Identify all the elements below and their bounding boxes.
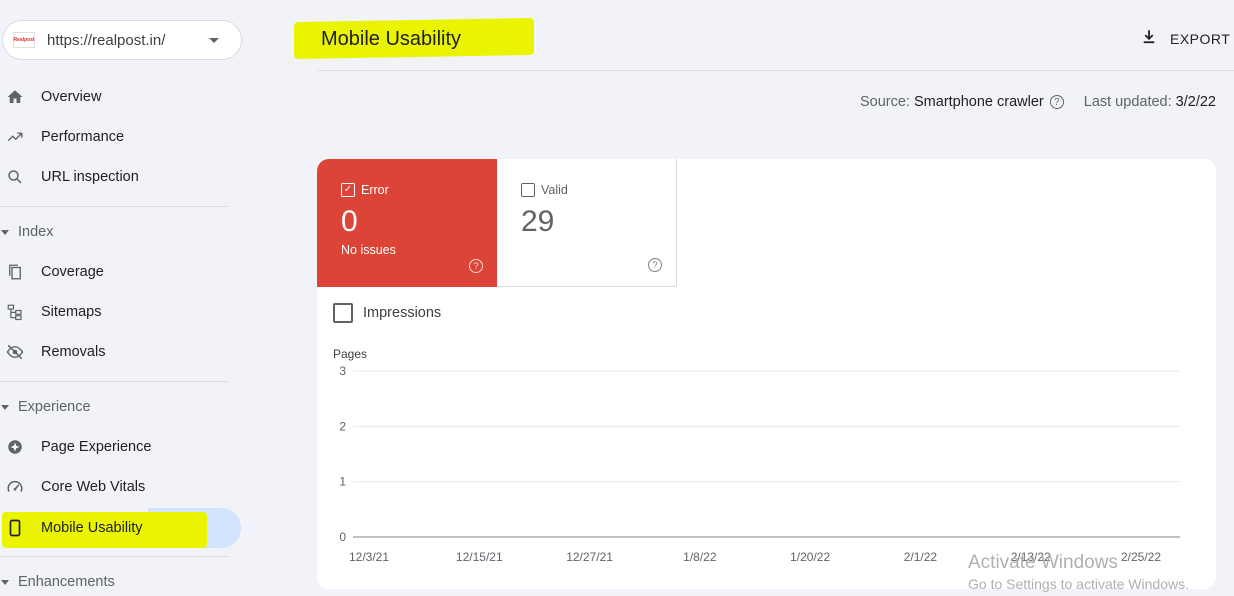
pages-chart: Pages 0 1 2 3 12/3/21 12/15/21 12/27/21 1/8/22 1/… <box>333 347 1180 564</box>
checkbox-unchecked-icon[interactable] <box>521 183 535 197</box>
sidebar-item-label: Removals <box>41 344 106 360</box>
valid-label: Valid <box>541 183 568 197</box>
sidebar-item-sitemaps[interactable]: Sitemaps <box>0 292 240 332</box>
updated-value: 3/2/22 <box>1175 94 1216 110</box>
export-label: EXPORT <box>1170 30 1231 47</box>
section-enhancements[interactable]: Enhancements <box>0 574 115 590</box>
report-meta: Source: Smartphone crawler ? Last update… <box>860 94 1216 110</box>
checkbox-checked-icon[interactable]: ✓ <box>341 183 355 197</box>
x-tick-label: 12/27/21 <box>566 550 613 564</box>
valid-tile[interactable]: Valid 29 ? <box>497 159 677 287</box>
sitemap-icon <box>6 303 24 321</box>
help-icon[interactable]: ? <box>648 258 662 272</box>
y-tick-label: 1 <box>339 475 346 489</box>
caret-down-icon <box>1 579 9 585</box>
section-experience[interactable]: Experience <box>0 399 91 415</box>
page-title: Mobile Usability <box>321 28 462 50</box>
export-button[interactable]: EXPORT <box>1140 28 1230 49</box>
x-tick-label: 2/1/22 <box>904 550 938 564</box>
x-tick-label: 2/13/22 <box>1011 550 1051 564</box>
help-icon[interactable]: ? <box>469 259 483 273</box>
impressions-toggle[interactable]: Impressions <box>333 303 441 323</box>
section-index[interactable]: Index <box>0 224 53 240</box>
download-icon <box>1140 28 1158 49</box>
property-favicon: Realpost <box>13 32 35 48</box>
y-tick-label: 3 <box>339 364 346 378</box>
updated-label: Last updated: <box>1083 94 1172 110</box>
x-tick-label: 1/20/22 <box>790 550 830 564</box>
sidebar-item-label: URL inspection <box>41 169 139 185</box>
property-url: https://realpost.in/ <box>47 31 166 49</box>
y-tick-label: 2 <box>339 419 346 433</box>
section-label: Experience <box>18 399 91 415</box>
x-tick-label: 2/25/22 <box>1121 550 1161 564</box>
sidebar-item-label: Page Experience <box>41 439 152 455</box>
summary-card: ✓ Error 0 No issues ? Valid 29 ? Impress… <box>317 159 1216 589</box>
speed-gauge-icon <box>6 478 24 496</box>
home-icon <box>6 88 24 106</box>
sidebar-item-label: Sitemaps <box>41 304 102 320</box>
error-label: Error <box>361 183 389 197</box>
sidebar-item-page-experience[interactable]: Page Experience <box>0 427 240 467</box>
valid-count: 29 <box>521 205 555 238</box>
x-tick-label: 1/8/22 <box>683 550 717 564</box>
header-divider <box>317 70 1234 71</box>
sidebar-item-core-web-vitals[interactable]: Core Web Vitals <box>0 467 240 507</box>
search-icon <box>6 168 24 186</box>
checkbox-unchecked-icon[interactable] <box>333 303 353 323</box>
sidebar-item-overview[interactable]: Overview <box>0 77 240 117</box>
sidebar-item-label: Performance <box>41 129 125 145</box>
sidebar-item-label: Core Web Vitals <box>41 479 146 495</box>
sidebar-item-mobile-usability[interactable]: Mobile Usability <box>0 508 240 548</box>
divider <box>0 556 228 557</box>
impressions-label: Impressions <box>363 305 442 321</box>
y-tick-label: 0 <box>339 530 346 544</box>
chevron-down-icon <box>209 38 219 43</box>
divider <box>0 381 228 382</box>
caret-down-icon <box>1 404 9 410</box>
smartphone-icon <box>6 519 24 537</box>
source-value: Smartphone crawler <box>914 94 1044 110</box>
x-tick-label: 12/3/21 <box>349 550 389 564</box>
x-tick-label: 12/15/21 <box>456 550 503 564</box>
y-axis-label: Pages <box>333 347 367 361</box>
source-label: Source: <box>859 94 910 110</box>
page-experience-icon <box>6 438 24 456</box>
sidebar-item-removals[interactable]: Removals <box>0 332 240 372</box>
section-label: Index <box>18 224 54 240</box>
sidebar-item-coverage[interactable]: Coverage <box>0 252 240 292</box>
visibility-off-icon <box>6 343 24 361</box>
property-selector[interactable]: Realpost https://realpost.in/ <box>2 20 242 60</box>
sidebar-item-performance[interactable]: Performance <box>0 117 240 157</box>
sidebar-item-label: Mobile Usability <box>41 520 143 536</box>
caret-down-icon <box>1 229 9 235</box>
help-icon[interactable]: ? <box>1049 95 1064 109</box>
trending-up-icon <box>6 128 24 146</box>
file-copy-icon <box>6 263 24 281</box>
sidebar-item-label: Overview <box>41 89 102 105</box>
sidebar-item-label: Coverage <box>41 264 104 280</box>
divider <box>0 206 228 207</box>
sidebar: Realpost https://realpost.in/ Overview P… <box>0 0 258 596</box>
error-tile[interactable]: ✓ Error 0 No issues ? <box>317 159 497 287</box>
sidebar-item-url-inspection[interactable]: URL inspection <box>0 157 240 197</box>
error-subtext: No issues <box>341 243 396 257</box>
section-label: Enhancements <box>18 574 115 590</box>
error-count: 0 <box>341 205 358 238</box>
